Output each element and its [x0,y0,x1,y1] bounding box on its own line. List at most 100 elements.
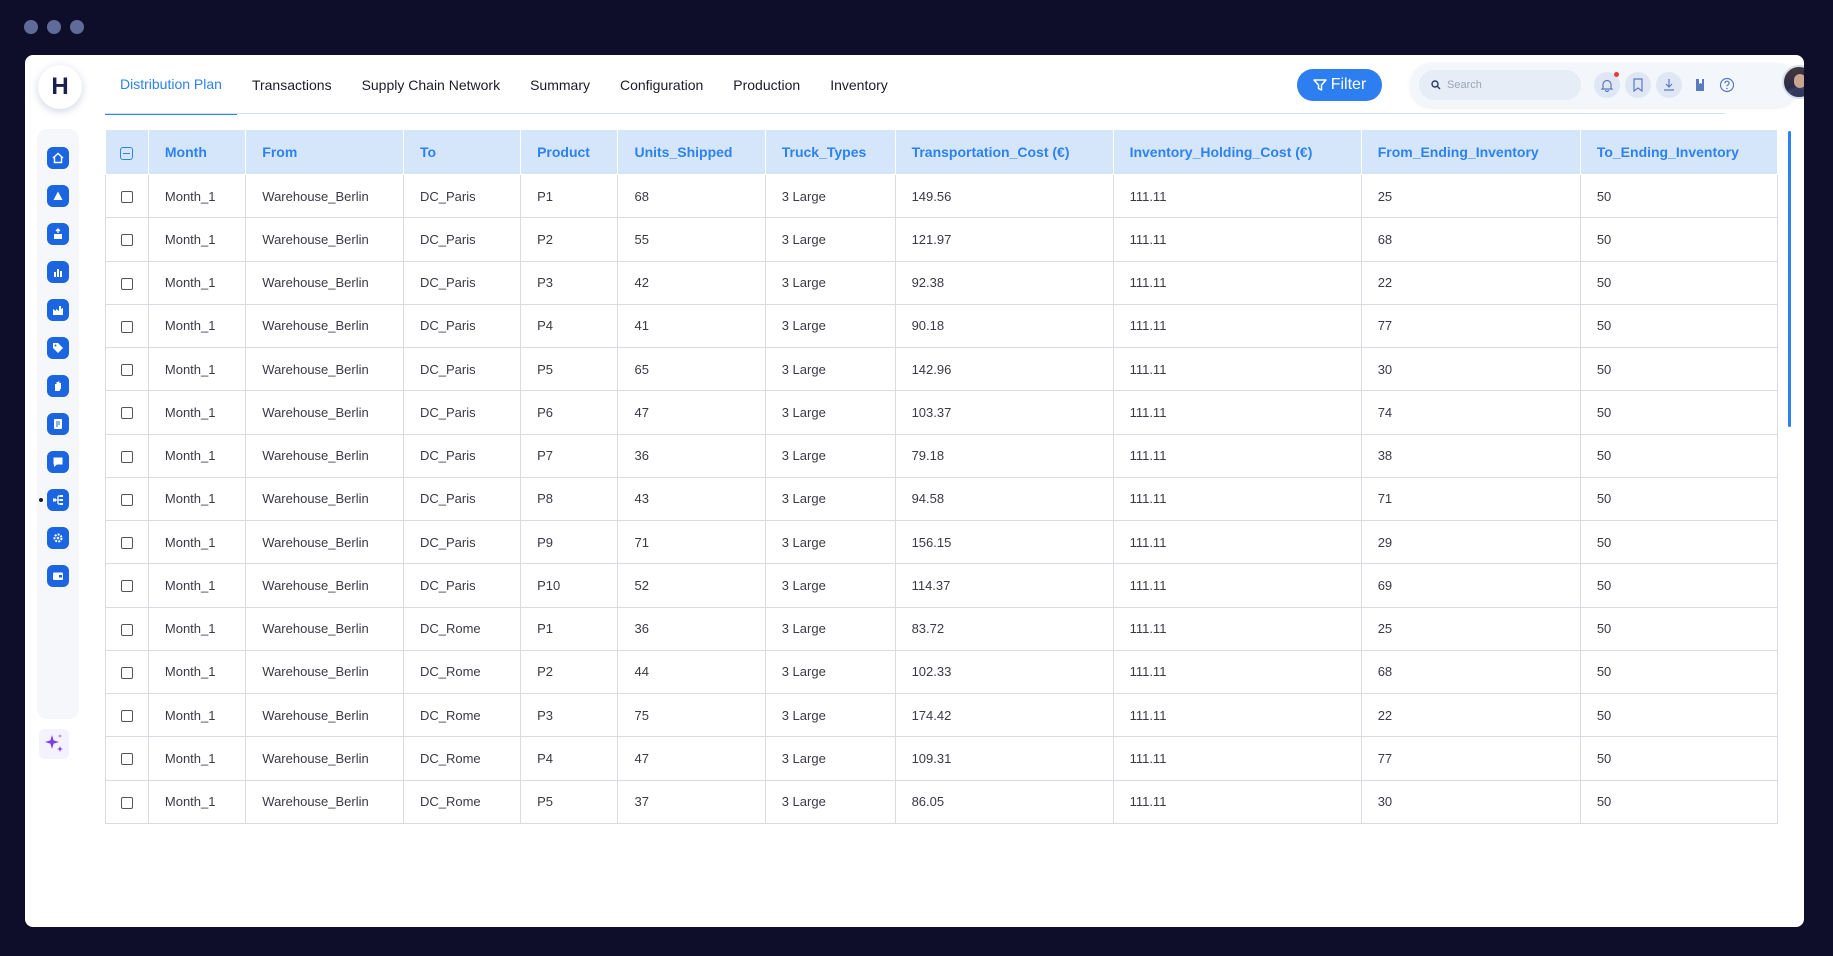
row-checkbox[interactable] [120,493,133,506]
filter-button[interactable]: Filter [1297,69,1382,101]
row-select-cell [105,260,149,305]
table-cell: Warehouse_Berlin [245,649,404,695]
tab-inventory[interactable]: Inventory [815,55,903,115]
table-row[interactable]: Month_1 Warehouse_Berlin DC_Paris P8 43 3 Lar… [105,476,1779,522]
table-row[interactable]: Month_1 Warehouse_Berlin DC_Rome P1 36 3 Larg… [105,606,1779,651]
table-row[interactable]: Month_1 Warehouse_Berlin DC_Paris P3 42 3 Lar… [105,260,1779,305]
row-select-cell [105,779,149,824]
window-dot[interactable] [47,20,61,34]
book-icon [1696,79,1704,91]
row-checkbox[interactable] [120,450,133,463]
column-header[interactable]: Transportation_Cost (€) [894,129,1114,175]
sidebar-item-pricing[interactable] [47,337,69,359]
search-input[interactable] [1447,79,1567,91]
table-cell: 79.18 [894,433,1114,478]
ai-assistant-button[interactable] [39,729,69,759]
row-checkbox[interactable] [120,407,133,420]
table-cell: 111.11 [1112,519,1362,565]
vertical-scrollbar[interactable] [1788,131,1791,427]
table-row[interactable]: Month_1 Warehouse_Berlin DC_Paris P4 41 3 Lar… [105,303,1779,349]
column-header[interactable]: From_Ending_Inventory [1360,129,1581,175]
download-icon [1664,79,1674,91]
column-header[interactable]: From [245,129,404,175]
row-checkbox[interactable] [120,537,133,550]
column-header[interactable]: Inventory_Holding_Cost (€) [1112,129,1362,175]
tab-transactions[interactable]: Transactions [237,55,347,115]
table-cell: DC_Paris [402,303,522,349]
window-dot[interactable] [70,20,84,34]
user-avatar[interactable] [1782,65,1804,99]
row-checkbox[interactable] [120,753,133,766]
notification-dot [1614,72,1619,77]
tab-supply-chain-network[interactable]: Supply Chain Network [347,55,516,115]
sidebar-item-billing[interactable] [47,565,69,587]
table-row[interactable]: Month_1 Warehouse_Berlin DC_Rome P4 47 3 Larg… [105,736,1779,781]
row-checkbox[interactable] [120,666,133,679]
sidebar-item-distribution[interactable] [47,489,69,511]
column-header[interactable]: Month [147,129,247,175]
table-row[interactable]: Month_1 Warehouse_Berlin DC_Paris P6 47 3 Lar… [105,390,1779,435]
home-icon [52,152,64,164]
sidebar-item-settings[interactable] [47,527,69,549]
table-row[interactable]: Month_1 Warehouse_Berlin DC_Rome P2 44 3 Larg… [105,649,1779,695]
table-cell: P1 [520,173,619,219]
table-cell: 111.11 [1112,779,1362,824]
table-cell: 22 [1360,260,1581,305]
sidebar-item-alerts[interactable] [47,185,69,207]
column-header[interactable]: To [402,129,522,175]
row-checkbox[interactable] [120,796,133,809]
sidebar-item-messages[interactable] [47,451,69,473]
table-cell: P8 [520,476,619,522]
help-button[interactable] [1714,72,1740,98]
row-checkbox[interactable] [120,234,133,247]
sidebar-item-analytics[interactable] [47,261,69,283]
sidebar-item-production[interactable] [47,299,69,321]
sidebar-item-reports[interactable] [47,413,69,435]
table-cell: Month_1 [147,779,247,824]
table-row[interactable]: Month_1 Warehouse_Berlin DC_Rome P5 37 3 Larg… [105,779,1779,824]
table-row[interactable]: Month_1 Warehouse_Berlin DC_Paris P2 55 3 Lar… [105,217,1779,262]
tab-configuration[interactable]: Configuration [605,55,718,115]
window-dot[interactable] [24,20,38,34]
table-row[interactable]: Month_1 Warehouse_Berlin DC_Paris P5 65 3 Lar… [105,346,1779,392]
table-row[interactable]: Month_1 Warehouse_Berlin DC_Paris P1 68 3 Lar… [105,173,1779,219]
column-header[interactable]: Units_Shipped [617,129,766,175]
row-checkbox[interactable] [120,191,133,204]
tab-production[interactable]: Production [718,55,815,115]
table-cell: 3 Large [764,563,896,608]
column-header[interactable]: Product [520,129,619,175]
table-cell: 114.37 [894,563,1114,608]
table-cell: 83.72 [894,606,1114,651]
row-checkbox[interactable] [120,710,133,723]
row-checkbox[interactable] [120,580,133,593]
select-all-checkbox[interactable] [120,146,134,160]
table-row[interactable]: Month_1 Warehouse_Berlin DC_Rome P3 75 3 Larg… [105,692,1779,738]
row-checkbox[interactable] [120,320,133,333]
table-cell: Warehouse_Berlin [245,476,404,522]
sidebar [37,129,79,719]
sidebar-item-orders[interactable] [47,375,69,397]
app-logo[interactable]: H [38,65,82,109]
notifications-button[interactable] [1594,72,1620,98]
bookmark-button[interactable] [1625,72,1651,98]
table-row[interactable]: Month_1 Warehouse_Berlin DC_Paris P9 71 3 Lar… [105,519,1779,565]
sidebar-item-home[interactable] [47,147,69,169]
row-checkbox[interactable] [120,364,133,377]
factory-icon [53,306,63,315]
row-checkbox[interactable] [120,623,133,636]
column-header[interactable]: To_Ending_Inventory [1579,129,1779,175]
row-checkbox[interactable] [120,277,133,290]
table-cell: Warehouse_Berlin [245,563,404,608]
table-cell: Month_1 [147,346,247,392]
table-row[interactable]: Month_1 Warehouse_Berlin DC_Paris P7 36 3 Lar… [105,433,1779,478]
table-cell: Month_1 [147,606,247,651]
search-box[interactable] [1419,70,1581,100]
tab-distribution-plan[interactable]: Distribution Plan [105,55,237,115]
download-button[interactable] [1656,72,1682,98]
table-row[interactable]: Month_1 Warehouse_Berlin DC_Paris P10 52 3 La… [105,563,1779,608]
tab-summary[interactable]: Summary [515,55,605,115]
sidebar-item-shipments[interactable] [47,223,69,245]
column-header[interactable]: Truck_Types [764,129,896,175]
book-button[interactable] [1687,72,1713,98]
table-cell: P4 [520,736,619,781]
